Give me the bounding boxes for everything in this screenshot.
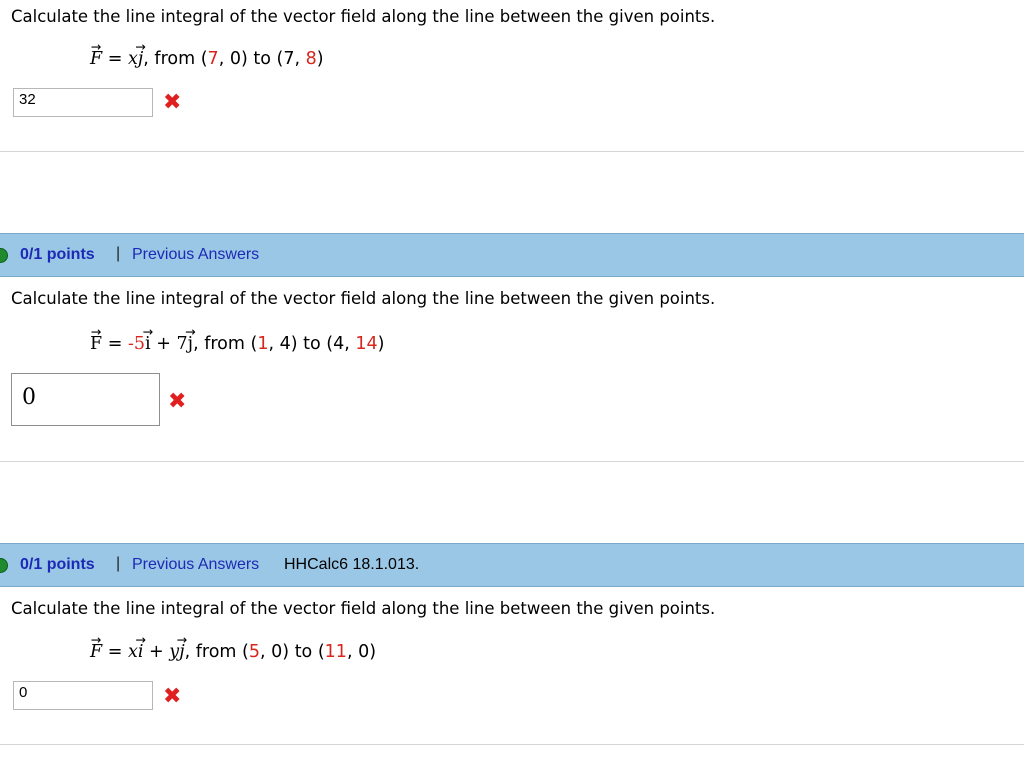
question-divider — [0, 151, 1024, 152]
question-code: HHCalc6 18.1.013. — [284, 556, 420, 573]
points-label: 0/1 points — [20, 246, 95, 263]
answer-input-2[interactable]: 0 — [11, 373, 160, 426]
points-label: 0/1 points — [20, 556, 95, 573]
expand-icon[interactable] — [0, 558, 8, 573]
question-2-prompt: Calculate the line integral of the vecto… — [11, 289, 716, 308]
header-separator: | — [116, 555, 121, 572]
red-x-icon: ✖ — [163, 90, 182, 115]
previous-answers-link[interactable]: Previous Answers — [132, 556, 259, 574]
red-x-icon: ✖ — [163, 684, 182, 709]
header-separator: | — [116, 245, 121, 262]
red-x-icon: ✖ — [168, 389, 187, 414]
field-symbol: F — [90, 334, 102, 354]
question-3-header: 0/1 points | Previous Answers HHCalc6 18… — [0, 543, 1024, 587]
field-symbol: F — [90, 49, 102, 69]
question-1-formula: F = xj, from (7, 0) to (7, 8) — [90, 49, 324, 69]
question-2-formula: F = -5i + 7j, from (1, 4) to (4, 14) — [90, 334, 384, 354]
previous-answers-link[interactable]: Previous Answers — [132, 246, 259, 264]
question-3-prompt: Calculate the line integral of the vecto… — [11, 599, 716, 618]
question-3-formula: F = xi + yj, from (5, 0) to (11, 0) — [90, 642, 376, 662]
expand-icon[interactable] — [0, 248, 8, 263]
question-divider — [0, 744, 1024, 745]
field-symbol: F — [90, 642, 102, 662]
question-divider — [0, 461, 1024, 462]
question-2-header: 0/1 points | Previous Answers — [0, 233, 1024, 277]
answer-input-1[interactable]: 32 — [13, 88, 153, 117]
question-1-prompt: Calculate the line integral of the vecto… — [11, 7, 716, 26]
answer-input-3[interactable]: 0 — [13, 681, 153, 710]
